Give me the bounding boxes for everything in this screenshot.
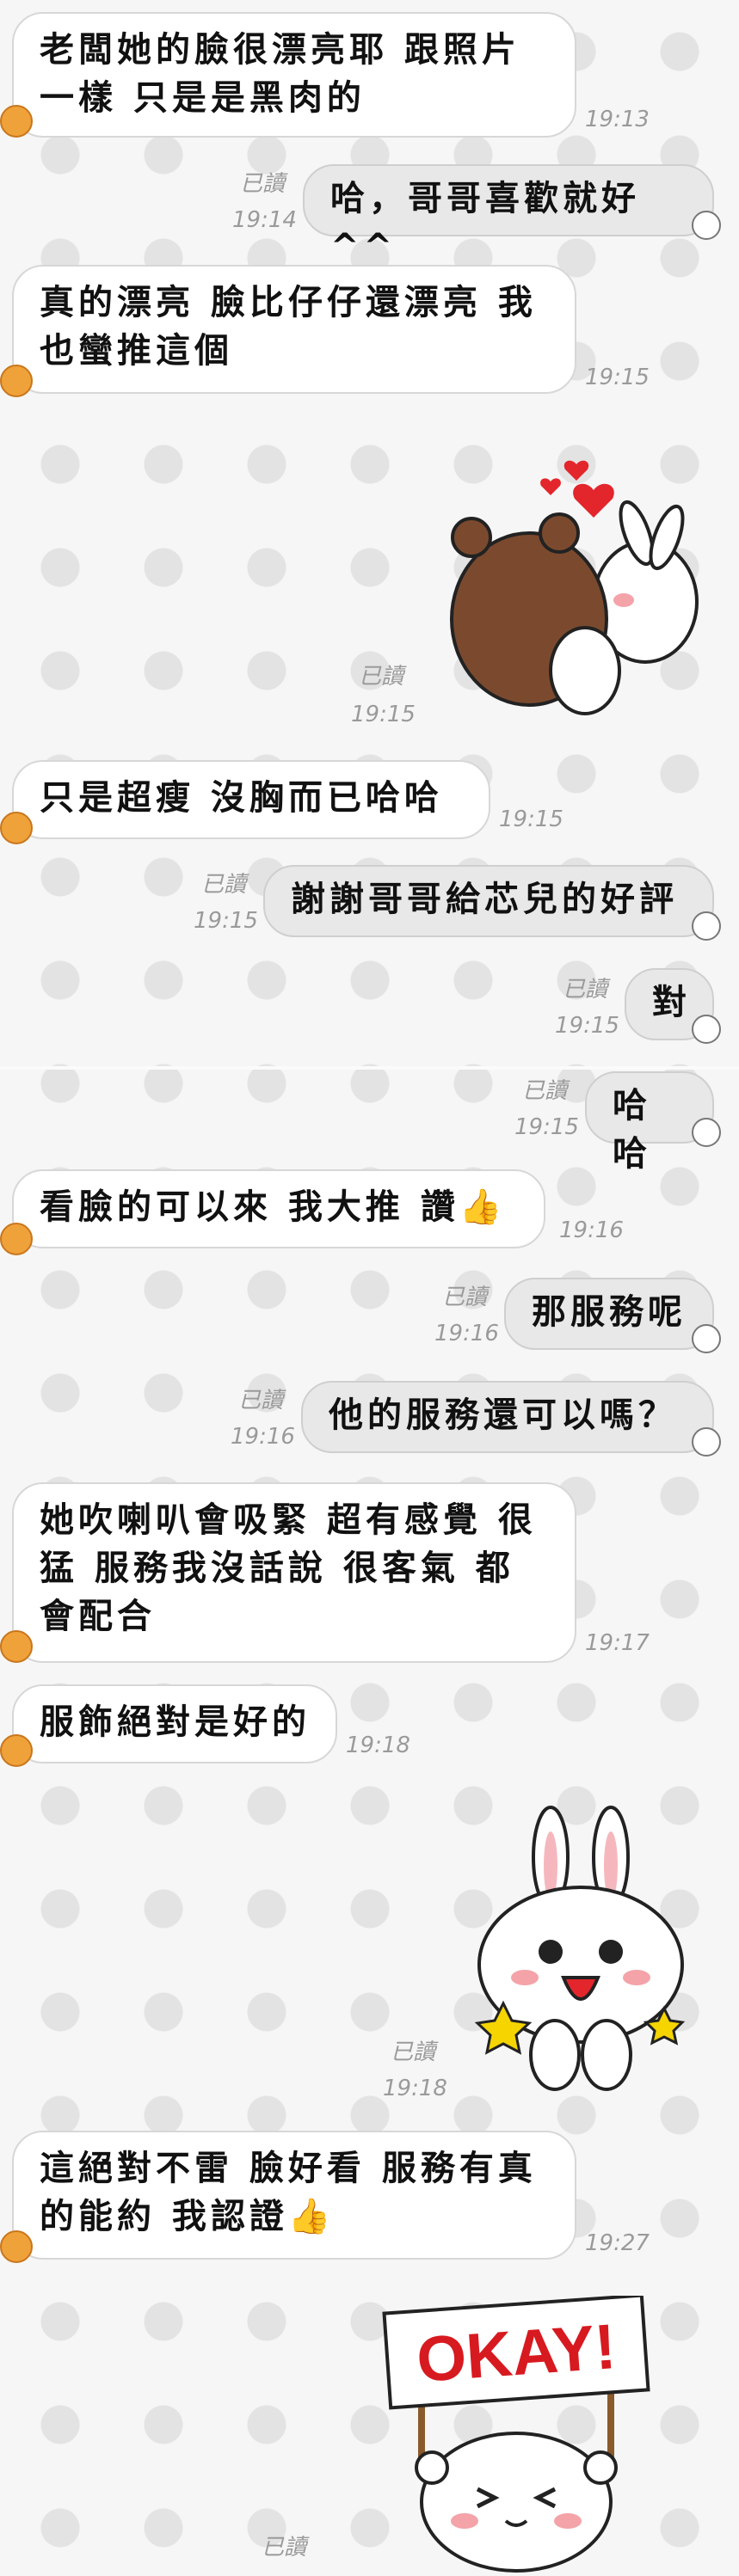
sender-avatar-icon[interactable] (0, 105, 33, 138)
message-text: 這絕對不雷 臉好看 服務有真的能約 我認證👍 (40, 2149, 537, 2236)
message-text: 他的服務還可以嗎？ (329, 1395, 677, 1435)
cony-avatar-icon (692, 1118, 721, 1147)
message-time: 19:15 (514, 1114, 579, 1140)
message-time: 19:17 (585, 1630, 650, 1656)
message-time: 19:16 (559, 1217, 624, 1243)
sender-avatar-icon[interactable] (0, 1223, 33, 1255)
message-time: 19:15 (351, 702, 416, 727)
message-bubble[interactable]: 真的漂亮 臉比仔仔還漂亮 我也蠻推這個 (12, 265, 576, 394)
message-time: 19:15 (499, 807, 563, 832)
sender-avatar-icon[interactable] (0, 812, 33, 844)
incoming-message: 她吹喇叭會吸緊 超有感覺 很猛 服務我沒話說 很客氣 都會配合 19:17 (0, 1479, 739, 1668)
outgoing-sticker-message: 已讀 OKAY! (0, 2287, 739, 2576)
incoming-message: 服飾絕對是好的 19:18 (0, 1681, 739, 1776)
message-time: 19:15 (194, 908, 258, 934)
message-text: 那服務呢 (532, 1292, 687, 1332)
message-time: 19:15 (585, 365, 650, 390)
message-bubble[interactable]: 老闆她的臉很漂亮耶 跟照片一樣 只是是黑肉的 (12, 12, 576, 138)
outgoing-message: 已讀 19:15 對 (0, 963, 739, 1049)
message-bubble[interactable]: 那服務呢 (504, 1278, 714, 1350)
cony-avatar-icon (692, 1015, 721, 1044)
message-bubble[interactable]: 他的服務還可以嗎？ (301, 1381, 714, 1453)
outgoing-message: 已讀 19:16 他的服務還可以嗎？ (0, 1376, 739, 1462)
message-time: 19:18 (346, 1733, 410, 1758)
cony-avatar-icon (692, 911, 721, 941)
incoming-message: 只是超瘦 沒胸而已哈哈 19:15 (0, 757, 739, 851)
message-time: 19:18 (383, 2076, 447, 2101)
message-text: 老闆她的臉很漂亮耶 跟照片一樣 只是是黑肉的 (40, 30, 520, 118)
message-bubble[interactable]: 服飾絕對是好的 (12, 1684, 337, 1763)
message-bubble[interactable]: 哈，哥哥喜歡就好^^ (303, 164, 714, 267)
message-text: 她吹喇叭會吸緊 超有感覺 很猛 服務我沒話說 很客氣 都會配合 (40, 1500, 537, 1636)
okay-sign-sticker[interactable]: OKAY! (379, 2296, 662, 2576)
outgoing-message: 已讀 19:16 那服務呢 (0, 1273, 739, 1359)
message-time: 19:16 (434, 1321, 499, 1346)
read-receipt: 已讀 (358, 664, 403, 690)
message-text: 哈哈 (613, 1086, 651, 1174)
message-bubble[interactable]: 謝謝哥哥給芯兒的好評 (263, 865, 714, 937)
read-receipt: 已讀 (261, 2535, 306, 2561)
read-receipt: 已讀 (562, 977, 607, 1003)
message-time: 19:14 (232, 207, 297, 233)
bear-hug-sticker[interactable] (447, 447, 705, 731)
sender-avatar-icon[interactable] (0, 1734, 33, 1767)
message-text: 服飾絕對是好的 (40, 1702, 311, 1742)
read-receipt: 已讀 (239, 171, 285, 197)
message-text: 哈，哥哥喜歡就好^^ (330, 179, 640, 267)
message-bubble[interactable]: 她吹喇叭會吸緊 超有感覺 很猛 服務我沒話說 很客氣 都會配合 (12, 1482, 576, 1663)
outgoing-message: 已讀 19:14 哈，哥哥喜歡就好^^ (0, 159, 739, 267)
read-receipt: 已讀 (390, 2039, 435, 2065)
okay-sign-text: OKAY! (415, 2310, 619, 2395)
message-bubble[interactable]: 這絕對不雷 臉好看 服務有真的能約 我認證👍 (12, 2131, 576, 2260)
incoming-message: 真的漂亮 臉比仔仔還漂亮 我也蠻推這個 19:15 (0, 258, 739, 404)
message-text: 看臉的可以來 我大推 讚👍 (40, 1187, 507, 1227)
cony-avatar-icon (692, 1324, 721, 1353)
read-receipt: 已讀 (521, 1078, 567, 1104)
cony-avatar-icon (692, 1427, 721, 1457)
incoming-message: 這絕對不雷 臉好看 服務有真的能約 我認證👍 19:27 (0, 2124, 739, 2270)
message-bubble[interactable]: 只是超瘦 沒胸而已哈哈 (12, 760, 490, 839)
message-text: 謝謝哥哥給芯兒的好評 (291, 880, 678, 919)
read-receipt: 已讀 (237, 1388, 283, 1414)
incoming-message: 老闆她的臉很漂亮耶 跟照片一樣 只是是黑肉的 19:13 (0, 0, 739, 146)
outgoing-sticker-message: 已讀 19:15 (0, 439, 739, 731)
read-receipt: 已讀 (441, 1285, 487, 1310)
outgoing-message: 已讀 19:15 哈哈 (0, 1066, 739, 1174)
outgoing-sticker-message: 已讀 19:18 (0, 1797, 739, 2115)
message-text: 真的漂亮 臉比仔仔還漂亮 我也蠻推這個 (40, 283, 537, 371)
message-time: 19:16 (231, 1424, 295, 1450)
outgoing-message: 已讀 19:15 謝謝哥哥給芯兒的好評 (0, 860, 739, 946)
message-text: 對 (652, 983, 691, 1022)
message-bubble[interactable]: 看臉的可以來 我大推 讚👍 (12, 1169, 545, 1248)
sender-avatar-icon[interactable] (0, 1630, 33, 1663)
message-time: 19:15 (555, 1013, 619, 1039)
bunny-cheer-sticker[interactable] (473, 1806, 688, 2098)
incoming-message: 看臉的可以來 我大推 讚👍 19:16 (0, 1166, 739, 1260)
read-receipt: 已讀 (200, 872, 246, 898)
sender-avatar-icon[interactable] (0, 365, 33, 397)
message-text: 只是超瘦 沒胸而已哈哈 (40, 778, 443, 818)
message-time: 19:27 (585, 2230, 650, 2256)
cony-avatar-icon (692, 211, 721, 240)
message-time: 19:13 (585, 107, 650, 132)
sender-avatar-icon[interactable] (0, 2230, 33, 2263)
